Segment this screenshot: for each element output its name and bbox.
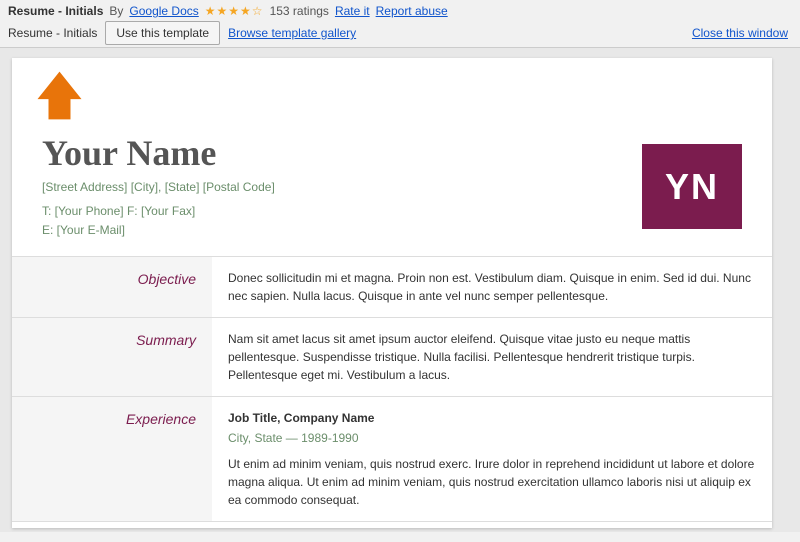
experience-content: Job Title, Company Name City, State — 19… — [212, 397, 772, 521]
ratings-count: 153 ratings — [270, 4, 329, 18]
summary-content: Nam sit amet lacus sit amet ipsum auctor… — [212, 318, 772, 396]
experience-label-cell: Experience — [12, 397, 212, 521]
google-docs-link[interactable]: Google Docs — [129, 4, 198, 18]
up-arrow-icon — [32, 68, 87, 123]
experience-label: Experience — [126, 411, 196, 427]
doc-title: Resume - Initials — [8, 4, 103, 18]
summary-section: Summary Nam sit amet lacus sit amet ipsu… — [12, 318, 772, 397]
resume-header: Your Name [Street Address] [City], [Stat… — [12, 126, 772, 256]
resume-body: Objective Donec sollicitudin mi et magna… — [12, 256, 772, 522]
browse-gallery-link[interactable]: Browse template gallery — [228, 26, 356, 40]
arrow-section — [12, 58, 772, 126]
resume-address: [Street Address] [City], [State] [Postal… — [42, 180, 275, 194]
objective-section: Objective Donec sollicitudin mi et magna… — [12, 257, 772, 318]
summary-label-cell: Summary — [12, 318, 212, 396]
close-window-link[interactable]: Close this window — [692, 26, 788, 40]
objective-content: Donec sollicitudin mi et magna. Proin no… — [212, 257, 772, 317]
star-rating: ★★★★☆ — [205, 4, 264, 18]
top-bar-left: Resume - Initials Use this template Brow… — [8, 21, 356, 45]
preview-container: Your Name [Street Address] [City], [Stat… — [0, 48, 800, 532]
initials-box: YN — [642, 144, 742, 229]
resume-name-block: Your Name [Street Address] [City], [Stat… — [42, 134, 275, 240]
summary-label: Summary — [136, 332, 196, 348]
doc-preview: Your Name [Street Address] [City], [Stat… — [12, 58, 772, 528]
job-title: Job Title, Company Name — [228, 409, 756, 427]
resume-phone: T: [Your Phone] F: [Your Fax] — [42, 204, 195, 218]
top-bar: Resume - Initials By Google Docs ★★★★☆ 1… — [0, 0, 800, 48]
top-bar-row2: Resume - Initials Use this template Brow… — [8, 21, 792, 45]
breadcrumb: Resume - Initials — [8, 26, 97, 40]
resume-contact: T: [Your Phone] F: [Your Fax] E: [Your E… — [42, 202, 275, 240]
report-abuse-link[interactable]: Report abuse — [376, 4, 448, 18]
job-description: Ut enim ad minim veniam, quis nostrud ex… — [228, 455, 756, 509]
use-template-button[interactable]: Use this template — [105, 21, 220, 45]
resume-email: E: [Your E-Mail] — [42, 223, 125, 237]
top-bar-row1: Resume - Initials By Google Docs ★★★★☆ 1… — [8, 4, 792, 18]
objective-label: Objective — [138, 271, 196, 287]
experience-section: Experience Job Title, Company Name City,… — [12, 397, 772, 522]
by-text: By — [109, 4, 123, 18]
objective-label-cell: Objective — [12, 257, 212, 317]
resume-name: Your Name — [42, 134, 275, 174]
job-sub: City, State — 1989-1990 — [228, 429, 756, 447]
rate-link[interactable]: Rate it — [335, 4, 370, 18]
